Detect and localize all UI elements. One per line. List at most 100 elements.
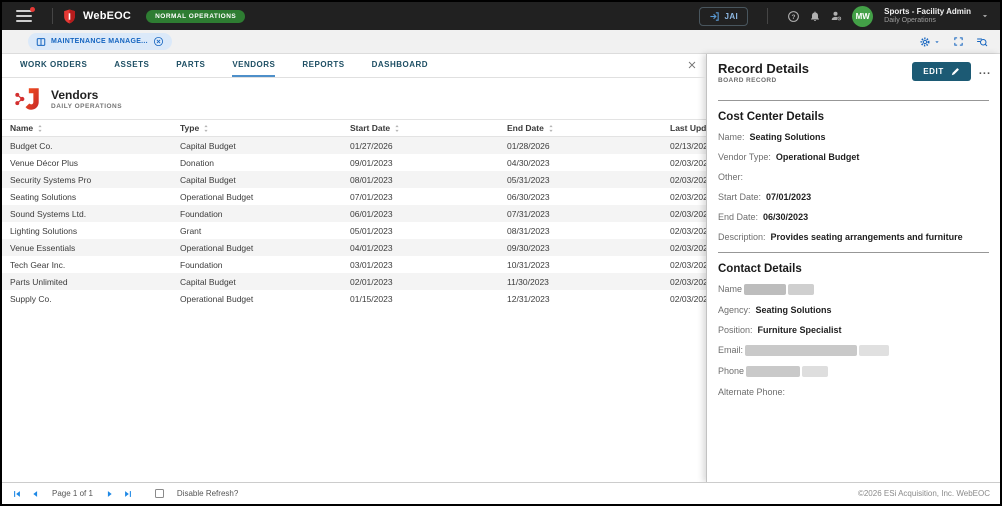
detail-field-name: Name (718, 284, 989, 295)
table-cell: 01/15/2023 (342, 294, 499, 304)
table-cell: 08/31/2023 (499, 226, 662, 236)
user-role: Daily Operations (884, 17, 971, 26)
menu-icon[interactable] (16, 10, 32, 22)
table-body: Budget Co.Capital Budget01/27/202601/28/… (2, 137, 706, 307)
column-header-end-date[interactable]: End Date (499, 123, 662, 133)
table-cell: 02/03/2026 1 (662, 192, 706, 202)
disable-refresh-checkbox[interactable] (155, 489, 164, 498)
section-divider (718, 252, 989, 253)
redacted-value (744, 284, 786, 295)
first-page-icon[interactable] (12, 489, 22, 499)
redacted-value (746, 366, 800, 377)
column-header-last-updat[interactable]: Last Updat (662, 123, 706, 133)
chevron-down-icon[interactable] (980, 11, 990, 21)
notification-dot (30, 7, 35, 12)
field-label: Email: (718, 345, 743, 355)
next-page-icon[interactable] (105, 489, 115, 499)
board-icon (36, 37, 46, 47)
table-cell: 03/01/2023 (342, 260, 499, 270)
table-cell: 02/03/2026 1 (662, 243, 706, 253)
sort-icon (36, 124, 44, 133)
column-label: End Date (507, 123, 544, 133)
edit-button-label: EDIT (923, 67, 944, 76)
table-cell: 10/31/2023 (499, 260, 662, 270)
table-cell: 02/03/2026 1 (662, 260, 706, 270)
edit-button[interactable]: EDIT (912, 62, 971, 81)
tab-dashboard[interactable]: DASHBOARD (372, 54, 429, 77)
detail-field-vendor-type: Vendor Type:Operational Budget (718, 152, 989, 162)
column-header-start-date[interactable]: Start Date (342, 123, 499, 133)
page-label: Page 1 of 1 (52, 489, 93, 498)
divider (52, 8, 53, 24)
table-row[interactable]: Seating SolutionsOperational Budget07/01… (2, 188, 706, 205)
notifications-bell-icon[interactable] (809, 10, 821, 22)
tab-vendors[interactable]: VENDORS (232, 54, 275, 77)
tab-assets[interactable]: ASSETS (114, 54, 149, 77)
tab-reports[interactable]: REPORTS (302, 54, 344, 77)
table-row[interactable]: Venue Décor PlusDonation09/01/202304/30/… (2, 154, 706, 171)
field-value: 06/30/2023 (763, 212, 808, 222)
table-cell: Venue Essentials (2, 243, 172, 253)
sort-icon (547, 124, 555, 133)
table-row[interactable]: Supply Co.Operational Budget01/15/202312… (2, 290, 706, 307)
tab-work-orders[interactable]: WORK ORDERS (20, 54, 87, 77)
fullscreen-icon[interactable] (953, 36, 964, 47)
table-cell: Operational Budget (172, 294, 342, 304)
brand: WebEOC NORMAL OPERATIONS (63, 9, 245, 24)
table-cell: 04/01/2023 (342, 243, 499, 253)
table-cell: 12/31/2023 (499, 294, 662, 304)
table-row[interactable]: Parts UnlimitedCapital Budget02/01/20231… (2, 273, 706, 290)
table-cell: Security Systems Pro (2, 175, 172, 185)
table-cell: 02/03/2026 1 (662, 175, 706, 185)
table-row[interactable]: Venue EssentialsOperational Budget04/01/… (2, 239, 706, 256)
search-records-icon[interactable] (976, 36, 988, 48)
table-cell: 02/13/2026 1 (662, 141, 706, 151)
column-header-name[interactable]: Name (2, 123, 172, 133)
detail-field-description: Description:Provides seating arrangement… (718, 232, 989, 242)
table-cell: 09/30/2023 (499, 243, 662, 253)
table-row[interactable]: Lighting SolutionsGrant05/01/202308/31/2… (2, 222, 706, 239)
help-icon[interactable]: ? (787, 10, 800, 23)
table-row[interactable]: Tech Gear Inc.Foundation03/01/202310/31/… (2, 256, 706, 273)
table-row[interactable]: Sound Systems Ltd.Foundation06/01/202307… (2, 205, 706, 222)
last-page-icon[interactable] (123, 489, 133, 499)
table-cell: Capital Budget (172, 277, 342, 287)
table-header-row: NameTypeStart Date End Date Last Updat (2, 119, 706, 137)
user-avatar[interactable]: MW (852, 6, 873, 27)
table-row[interactable]: Security Systems ProCapital Budget08/01/… (2, 171, 706, 188)
previous-page-icon[interactable] (30, 489, 40, 499)
board-title: Vendors (51, 88, 122, 102)
footer-bar: Page 1 of 1 Disable Refresh? ©2026 ESi A… (2, 482, 1000, 504)
record-details-header: Record Details BOARD RECORD EDIT ... (707, 54, 1000, 90)
table-cell: Capital Budget (172, 175, 342, 185)
close-icon[interactable] (686, 59, 698, 71)
tab-parts[interactable]: PARTS (176, 54, 205, 77)
redacted-value (859, 345, 889, 356)
record-details-panel: Record Details BOARD RECORD EDIT ... Cos… (706, 54, 1000, 482)
user-info: Sports - Facility Admin Daily Operations (884, 7, 971, 26)
table-row[interactable]: Budget Co.Capital Budget01/27/202601/28/… (2, 137, 706, 154)
table-cell: Seating Solutions (2, 192, 172, 202)
field-label: Phone (718, 366, 744, 376)
table-cell: Operational Budget (172, 243, 342, 253)
table-cell: 07/01/2023 (342, 192, 499, 202)
table-cell: 07/31/2023 (499, 209, 662, 219)
table-cell: 04/30/2023 (499, 158, 662, 168)
board-close-icon[interactable] (153, 36, 164, 47)
table-cell: 02/03/2026 1 (662, 158, 706, 168)
jai-signin-button[interactable]: JAI (699, 7, 749, 26)
board-settings-gear-icon[interactable] (919, 36, 941, 48)
board-subtitle: DAILY OPERATIONS (51, 103, 122, 110)
table-cell: Venue Décor Plus (2, 158, 172, 168)
column-header-type[interactable]: Type (172, 123, 342, 133)
board-tabs: WORK ORDERS ASSETS PARTS VENDORS REPORTS DASH… (2, 54, 706, 78)
field-label: Name (718, 284, 742, 294)
field-label: Position: (718, 325, 753, 335)
more-options-button[interactable]: ... (979, 66, 991, 77)
field-label: Other: (718, 172, 743, 182)
signin-icon (709, 11, 720, 22)
status-badge: NORMAL OPERATIONS (146, 10, 245, 23)
user-admin-icon[interactable] (830, 10, 843, 22)
board-chip-maintenance[interactable]: MAINTENANCE MANAGE... (28, 33, 172, 50)
pencil-icon (951, 67, 960, 76)
